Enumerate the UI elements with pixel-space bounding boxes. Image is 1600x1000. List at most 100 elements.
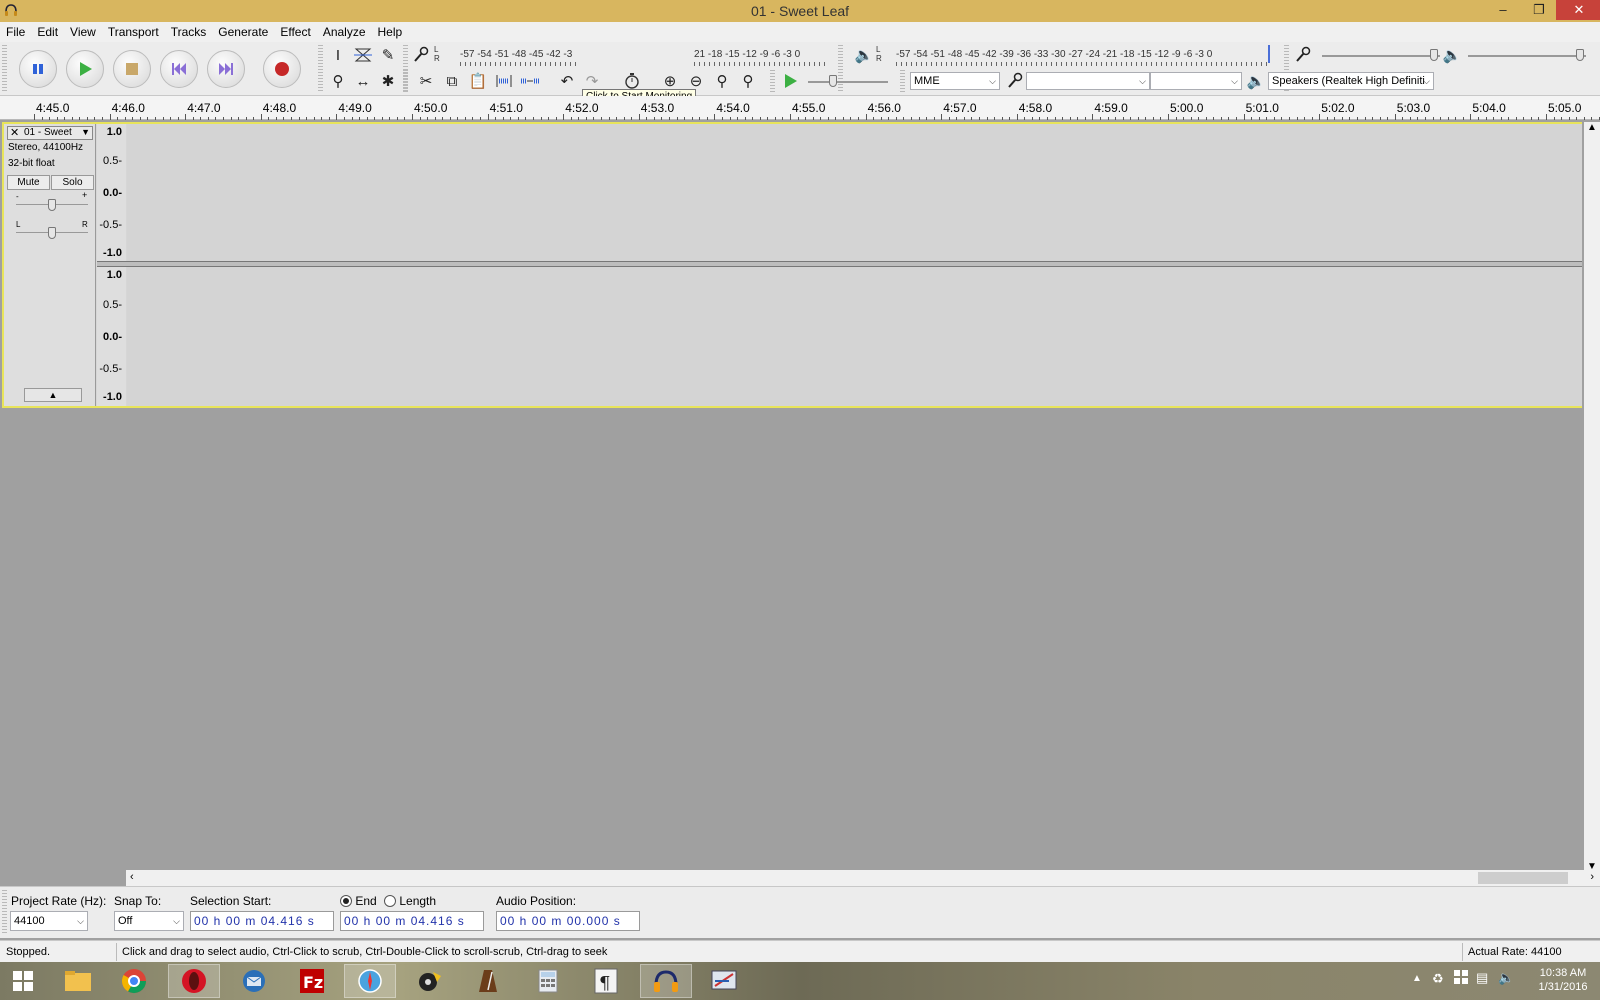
record-meter[interactable]: -57 -54 -51 -48 -45 -42 -3 [446,46,582,66]
timeline-ruler[interactable]: 4:45.0 4:46.0 4:47.0 4:48.0 4:49.0 4:50.0 4:51… [0,96,1600,120]
undo-icon[interactable]: ↶ [555,70,579,92]
vertical-scrollbar[interactable]: ▲ ▼ [1584,122,1600,872]
skip-to-start-button[interactable] [160,50,198,88]
menu-tracks[interactable]: Tracks [165,22,213,40]
end-radio-group[interactable]: End [340,894,377,908]
waveform-right-channel[interactable] [127,267,1582,406]
taskbar-text-editor[interactable]: ¶ [580,964,632,998]
play-at-speed-icon[interactable] [778,70,802,92]
zoom-in-icon[interactable]: ⊕ [658,70,682,92]
playback-meter-speaker-icon[interactable]: 🔈 [852,44,876,66]
fit-project-icon[interactable]: ⚲ [736,70,760,92]
playback-meter[interactable]: -57 -54 -51 -48 -45 -42 -39 -36 -33 -30 … [896,46,1276,66]
taskbar-media-player[interactable] [404,964,456,998]
redo-icon[interactable]: ↷ [580,70,604,92]
toolbar-grip[interactable] [403,70,408,92]
tray-network-icon[interactable]: ▤ [1476,970,1488,986]
recording-device-select[interactable]: ⌵ [1026,72,1150,90]
pause-button[interactable] [19,50,57,88]
taskbar-filezilla[interactable]: Fz [286,964,338,998]
audio-track[interactable]: ✕ 01 - Sweet ▼ Stereo, 44100Hz 32-bit fl… [2,122,1582,408]
snap-to-select[interactable]: Off ⌵ [114,911,184,931]
record-meter-mic-icon[interactable] [410,44,434,66]
trim-audio-icon[interactable] [492,70,516,92]
project-rate-select[interactable]: 44100 ⌵ [10,911,88,931]
scroll-left-icon[interactable]: ‹ [130,871,134,883]
multi-tool-icon[interactable]: ✱ [376,70,400,92]
taskbar-metronome[interactable] [462,964,514,998]
sync-lock-icon[interactable] [620,70,644,92]
start-button[interactable] [0,964,46,998]
toolbar-grip[interactable] [2,890,7,934]
waveform-left-channel[interactable] [127,124,1582,261]
record-button[interactable] [263,50,301,88]
gain-slider-thumb[interactable] [48,199,56,211]
play-speed-thumb[interactable] [829,75,837,87]
menu-generate[interactable]: Generate [212,22,274,40]
restore-button[interactable]: ❐ [1522,0,1556,20]
taskbar-clock[interactable]: 10:38 AM 1/31/2016 [1530,966,1596,994]
toolbar-grip[interactable] [900,70,905,92]
menu-transport[interactable]: Transport [102,22,165,40]
toolbar-grip[interactable] [770,70,775,92]
zoom-tool-icon[interactable]: ⚲ [326,70,350,92]
taskbar-thunderbird[interactable] [228,964,280,998]
paste-icon[interactable]: 📋 [466,70,490,92]
collapse-track-button[interactable]: ▲ [24,388,82,402]
input-volume-slider[interactable] [1322,55,1440,57]
taskbar-safari[interactable] [344,964,396,998]
menu-edit[interactable]: Edit [31,22,64,40]
draw-tool-icon[interactable]: ✎ [376,44,400,66]
menu-view[interactable]: View [64,22,102,40]
selection-start-time[interactable]: 00 h 00 m 04.416 s [190,911,334,931]
toolbar-grip[interactable] [318,45,323,93]
envelope-tool-icon[interactable] [351,44,375,66]
pan-slider-thumb[interactable] [48,227,56,239]
recording-channels-select[interactable]: ⌵ [1150,72,1242,90]
length-radio[interactable] [384,895,396,907]
tray-expand-icon[interactable]: ▲ [1412,973,1422,984]
output-volume-thumb[interactable] [1576,49,1584,61]
toolbar-grip[interactable] [838,45,843,93]
output-volume-slider[interactable] [1468,55,1586,57]
taskbar-chrome[interactable] [108,964,160,998]
end-radio[interactable] [340,895,352,907]
taskbar-calculator[interactable] [522,964,574,998]
time-shift-tool-icon[interactable]: ↔ [351,70,375,92]
toolbar-grip[interactable] [2,45,7,93]
silence-audio-icon[interactable] [518,70,542,92]
menu-effect[interactable]: Effect [274,22,316,40]
fit-selection-icon[interactable]: ⚲ [710,70,734,92]
mute-button[interactable]: Mute [7,175,50,190]
minimize-button[interactable]: – [1486,0,1520,20]
skip-to-end-button[interactable] [207,50,245,88]
length-radio-group[interactable]: Length [384,894,436,908]
input-volume-thumb[interactable] [1430,49,1438,61]
stop-button[interactable] [113,50,151,88]
menu-analyze[interactable]: Analyze [317,22,372,40]
cut-icon[interactable]: ✂ [414,70,438,92]
play-speed-slider[interactable] [808,81,888,83]
audio-host-select[interactable]: MME ⌵ [910,72,1000,90]
taskbar-file-explorer[interactable] [52,964,104,998]
taskbar-audacity[interactable] [640,964,692,998]
play-button[interactable] [66,50,104,88]
tray-sync-icon[interactable]: ♻ [1432,971,1444,987]
copy-icon[interactable]: ⧉ [440,70,464,92]
scroll-right-icon[interactable]: › [1590,871,1594,883]
selection-tool-icon[interactable]: I [326,44,350,66]
horizontal-scrollbar[interactable]: ‹ › [126,870,1600,886]
track-name-menu[interactable]: ✕ 01 - Sweet ▼ [7,126,93,140]
horizontal-scroll-thumb[interactable] [1478,872,1568,884]
scroll-up-icon[interactable]: ▲ [1587,122,1597,133]
taskbar-screen-tool[interactable] [698,964,750,998]
record-meter-right[interactable]: 21 -18 -15 -12 -9 -6 -3 0 [694,46,834,66]
tray-windows-icon[interactable] [1454,970,1468,987]
menu-file[interactable]: File [0,22,31,40]
taskbar-opera[interactable] [168,964,220,998]
playback-device-select[interactable]: Speakers (Realtek High Definiti ⌵ [1268,72,1434,90]
menu-help[interactable]: Help [372,22,409,40]
audio-position-time[interactable]: 00 h 00 m 00.000 s [496,911,640,931]
close-button[interactable]: ✕ [1556,0,1600,20]
solo-button[interactable]: Solo [51,175,94,190]
